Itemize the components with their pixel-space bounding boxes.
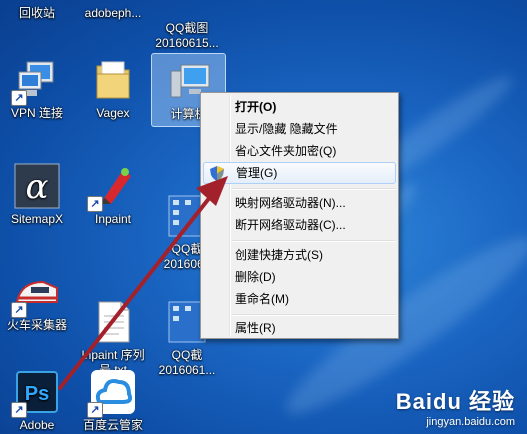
watermark-brand: Baidu 经验 xyxy=(395,389,515,414)
baidu-jingyan-watermark: Baidu 经验 jingyan.baidu.com xyxy=(396,384,515,428)
annotation-arrow xyxy=(58,176,228,390)
watermark-url: jingyan.baidu.com xyxy=(426,416,515,428)
